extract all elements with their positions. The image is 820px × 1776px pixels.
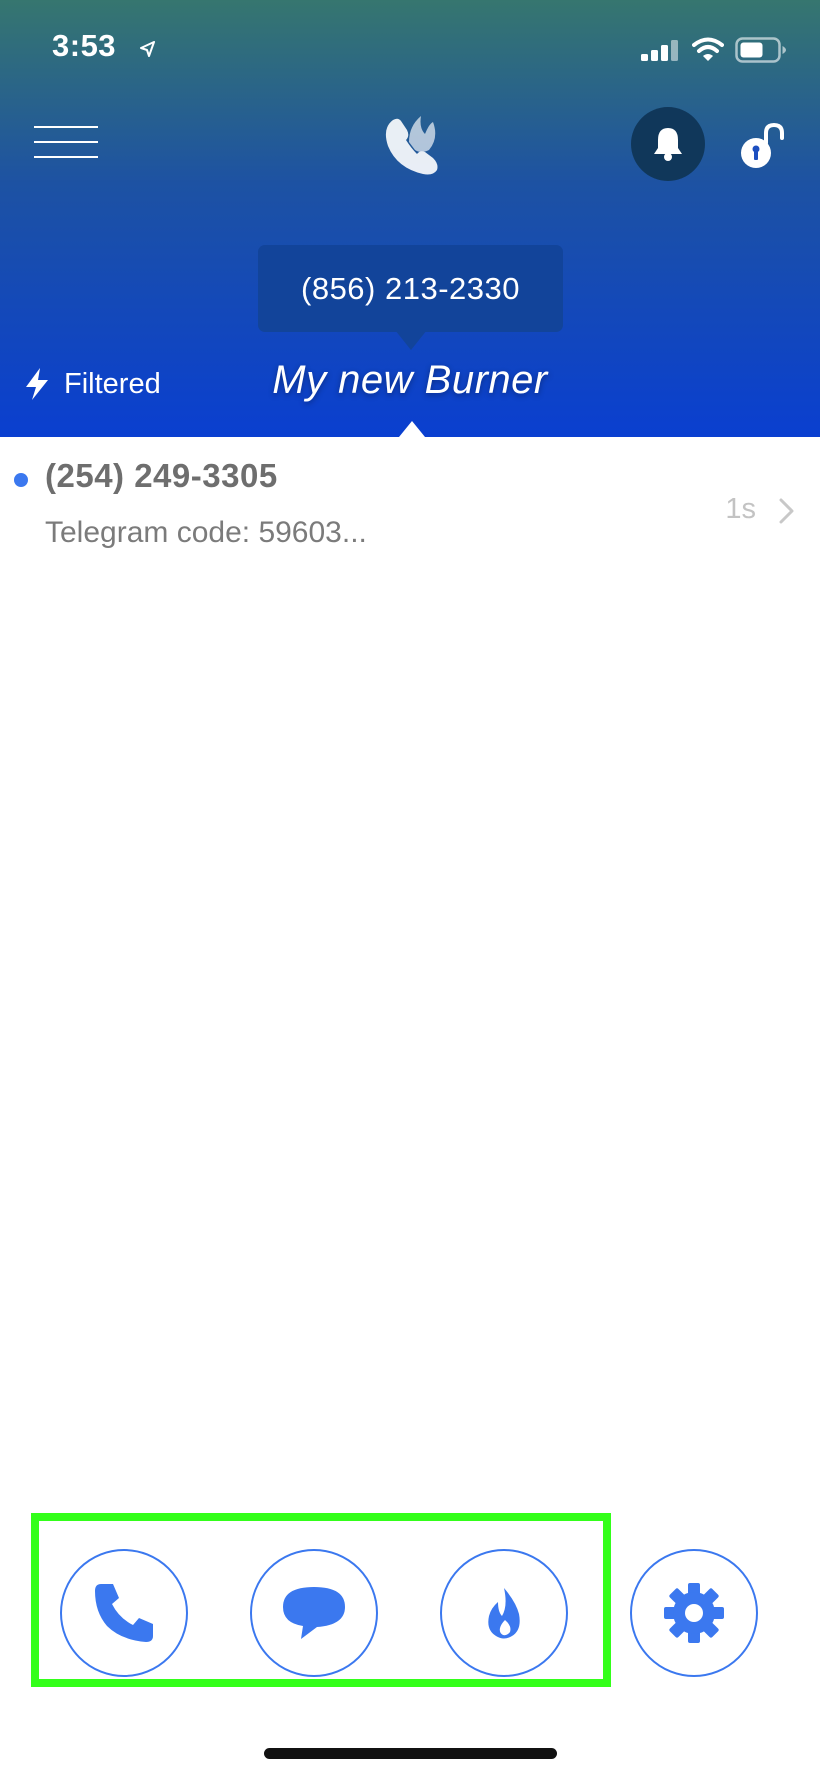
- burner-logo-icon: [385, 116, 438, 175]
- message-time: 1s: [725, 493, 756, 525]
- unlock-icon[interactable]: [740, 123, 786, 169]
- battery-icon: [735, 37, 786, 63]
- bell-icon: [654, 128, 682, 161]
- burner-number-tooltip: (856) 213-2330: [258, 245, 563, 332]
- calls-button[interactable]: [60, 1549, 188, 1677]
- cellular-signal-icon: [641, 40, 678, 61]
- burn-button[interactable]: [440, 1549, 568, 1677]
- message-row[interactable]: (254) 249-3305 Telegram code: 59603... 1…: [0, 437, 820, 562]
- location-arrow-icon: [140, 41, 155, 57]
- selector-notch: [399, 421, 425, 437]
- notifications-button[interactable]: [631, 107, 705, 181]
- hamburger-icon[interactable]: [34, 126, 98, 159]
- filter-toggle[interactable]: Filtered: [24, 364, 161, 404]
- phone-icon: [95, 1584, 153, 1642]
- message-preview: Telegram code: 59603...: [45, 516, 367, 549]
- status-time: 3:53: [52, 28, 117, 63]
- home-indicator: [264, 1748, 557, 1759]
- chevron-right-icon: [779, 498, 794, 524]
- settings-button[interactable]: [630, 1549, 758, 1677]
- burner-name[interactable]: My new Burner: [230, 358, 590, 403]
- chat-bubble-icon: [283, 1587, 345, 1639]
- app-header: 3:53 (856) 213-2330 Filtered My new Burn…: [0, 0, 820, 437]
- flame-icon: [488, 1588, 520, 1639]
- lightning-icon: [26, 368, 48, 400]
- message-sender: (254) 249-3305: [45, 457, 278, 494]
- wifi-icon: [692, 37, 724, 61]
- gear-icon: [664, 1583, 724, 1643]
- messages-button[interactable]: [250, 1549, 378, 1677]
- tooltip-tail: [395, 330, 427, 350]
- unread-dot: [14, 473, 28, 487]
- filter-label: Filtered: [64, 367, 161, 400]
